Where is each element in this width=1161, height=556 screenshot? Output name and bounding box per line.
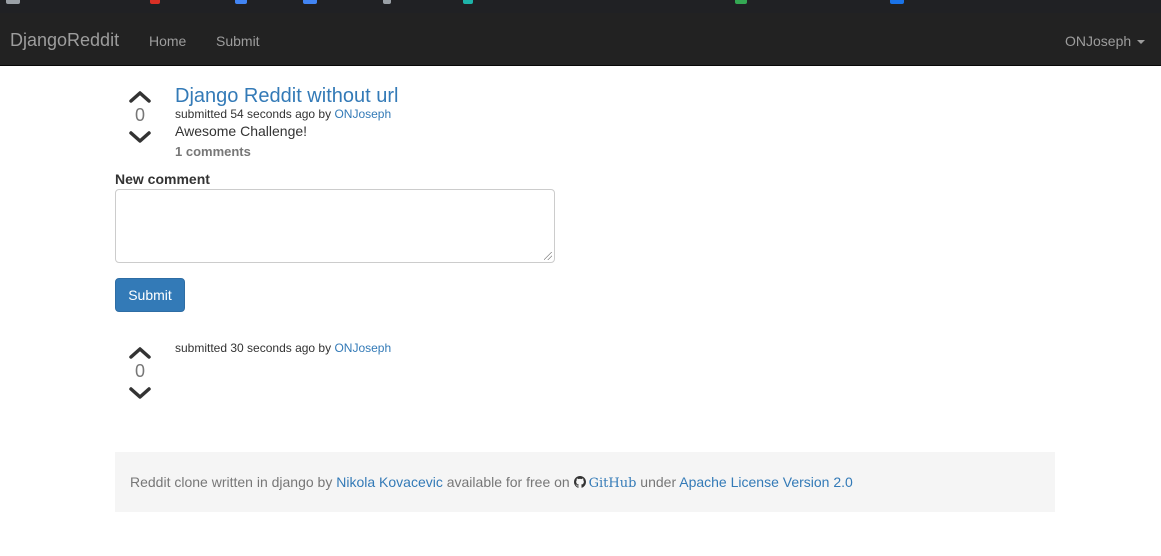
bookmark-icon [463, 0, 473, 4]
footer-text-before: Reddit clone written in django by [130, 474, 333, 490]
chevron-up-icon[interactable] [127, 345, 153, 361]
comment-author-link[interactable]: ONJoseph [334, 341, 391, 355]
caret-down-icon [1137, 40, 1146, 45]
user-menu-dropdown[interactable]: ONJoseph [1065, 31, 1146, 51]
top-navbar: DjangoReddit Home Submit ONJoseph [0, 13, 1161, 66]
post-body-text: Awesome Challenge! [175, 123, 308, 139]
post-meta: submitted 54 seconds ago by ONJoseph [175, 107, 391, 121]
nav-home-link[interactable]: Home [149, 31, 186, 51]
comment-submitted-text: submitted 30 seconds ago by [175, 341, 332, 355]
page-footer: Reddit clone written in django by Nikola… [115, 452, 1055, 512]
chevron-down-icon[interactable] [127, 385, 153, 401]
footer-github-link[interactable]: GitHub [573, 474, 637, 491]
bookmark-icon [383, 0, 391, 4]
brand-link[interactable]: DjangoReddit [10, 30, 119, 50]
post-author-link[interactable]: ONJoseph [334, 107, 391, 121]
bookmark-icon [6, 0, 20, 4]
footer-license-link[interactable]: Apache License Version 2.0 [679, 474, 853, 490]
post-comments-link[interactable]: 1 comments [175, 144, 251, 159]
nav-submit-link[interactable]: Submit [216, 31, 260, 51]
bookmark-icon [890, 0, 904, 4]
bookmark-icon [735, 0, 747, 4]
bookmark-icon [150, 0, 160, 4]
chevron-up-icon[interactable] [127, 89, 153, 105]
post-submitted-text: submitted 54 seconds ago by [175, 107, 332, 121]
browser-bookmarks-strip [0, 0, 1161, 13]
submit-comment-button[interactable]: Submit [115, 278, 185, 312]
post-vote-controls: 0 [115, 89, 165, 145]
chevron-down-icon[interactable] [127, 129, 153, 145]
github-icon [573, 476, 586, 488]
footer-text-middle: available for free on [446, 474, 570, 490]
new-comment-label: New comment [115, 171, 210, 187]
bookmark-icon [303, 0, 317, 4]
footer-text: Reddit clone written in django by Nikola… [130, 474, 853, 492]
post-title-link[interactable]: Django Reddit without url [175, 85, 398, 107]
comment-vote-count: 0 [134, 361, 145, 381]
bookmark-icon [235, 0, 247, 4]
resize-grip-icon[interactable] [544, 252, 552, 260]
footer-author-link[interactable]: Nikola Kovacevic [336, 474, 443, 490]
comment-vote-controls: 0 [115, 345, 165, 401]
user-menu-label: ONJoseph [1065, 33, 1132, 49]
footer-text-under: under [640, 474, 677, 490]
post-vote-count: 0 [134, 105, 145, 125]
footer-github-label: GitHub [588, 476, 637, 491]
new-comment-textarea[interactable] [115, 189, 555, 263]
comment-meta: submitted 30 seconds ago by ONJoseph [175, 341, 391, 355]
